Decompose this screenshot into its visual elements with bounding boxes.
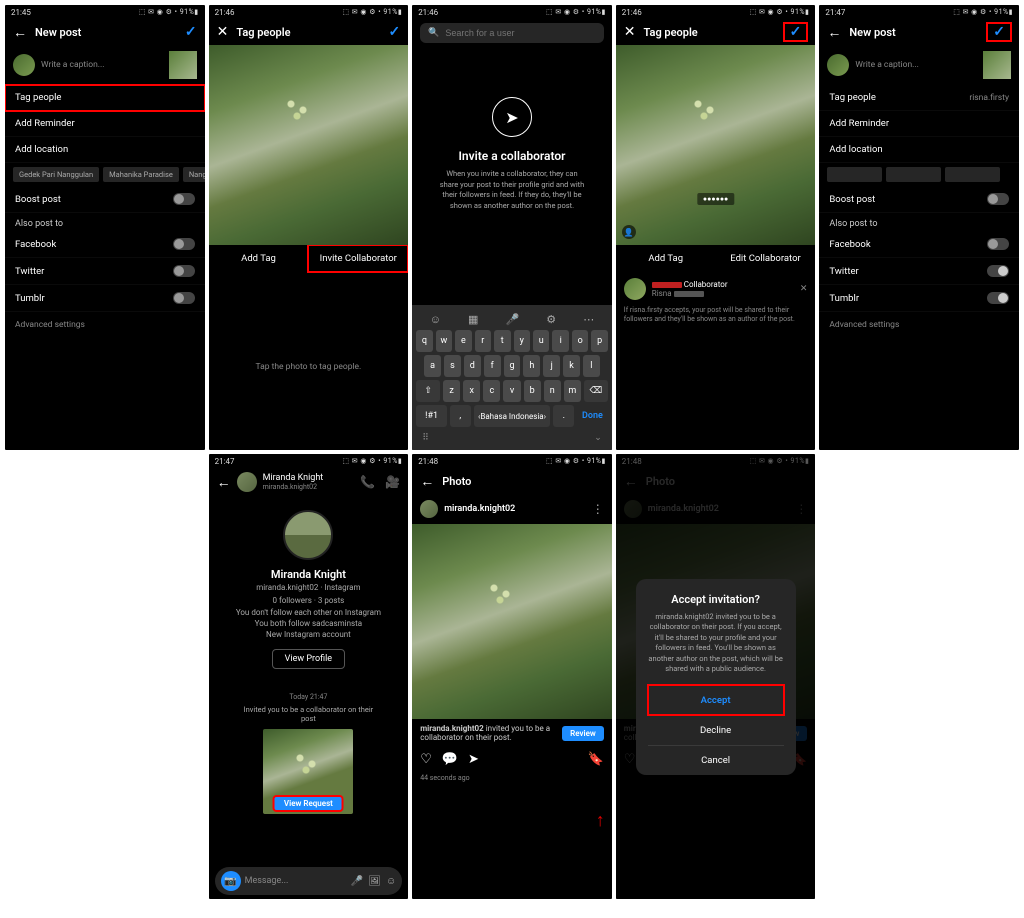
submit-check[interactable]: ✓ xyxy=(185,24,197,40)
post-avatar[interactable] xyxy=(420,500,438,518)
boost-toggle xyxy=(173,193,195,205)
fb-toggle xyxy=(173,238,195,250)
twitter-row[interactable]: Twitter xyxy=(5,258,205,285)
tb-toggle xyxy=(987,292,1009,304)
advanced-settings[interactable]: Advanced settings xyxy=(819,312,1019,338)
screen-tag-people-1: 21:46⬚ ✉ ◉ ⚙ • 91%▮ ✕ Tag people ✓ Add T… xyxy=(209,5,409,450)
keyboard-done: Done xyxy=(577,405,608,427)
collaborator-note: If risna.firsty accepts, your post will … xyxy=(616,306,816,324)
screen-new-post-1: 21:45⬚ ✉ ◉ ⚙ • 91%▮ ← New post ✓ Write a… xyxy=(5,5,205,450)
profile-avatar[interactable] xyxy=(283,510,333,560)
screen-accept-modal: 21:48⬚ ✉ ◉ ⚙ • 91%▮ ← Photo miranda.knig… xyxy=(616,454,816,899)
caption-input[interactable]: Write a caption... xyxy=(855,60,977,70)
location-chip[interactable]: Gedek Pari Nanggulan xyxy=(13,167,99,182)
tw-toggle xyxy=(173,265,195,277)
screen-search-collaborator: 21:46⬚ ✉ ◉ ⚙ • 91%▮ 🔍 ➤ Invite a collabo… xyxy=(412,5,612,450)
post-thumbnail[interactable] xyxy=(983,51,1011,79)
call-icon[interactable]: 📞 xyxy=(360,475,375,489)
tag-people-row[interactable]: Tag peoplerisna.firsty xyxy=(819,85,1019,111)
close-icon[interactable]: ✕ xyxy=(217,24,229,40)
accept-button[interactable]: Accept xyxy=(648,685,784,715)
request-thumbnail[interactable]: View Request xyxy=(263,729,353,814)
photo-preview[interactable]: ●●●●●● 👤 xyxy=(616,45,816,245)
collaborator-avatar xyxy=(624,278,646,300)
close-icon[interactable]: ✕ xyxy=(624,24,636,40)
screen-review-photo: 21:48⬚ ✉ ◉ ⚙ • 91%▮ ← Photo miranda.knig… xyxy=(412,454,612,899)
submit-check[interactable]: ✓ xyxy=(784,23,808,41)
avatar xyxy=(827,54,849,76)
add-tag-button[interactable]: Add Tag xyxy=(209,245,309,272)
facebook-row[interactable]: Facebook xyxy=(5,231,205,258)
sticker-icon[interactable]: ☺ xyxy=(386,876,396,887)
tb-toggle xyxy=(173,292,195,304)
add-reminder-row[interactable]: Add Reminder xyxy=(5,111,205,137)
image-icon[interactable]: 🖼 xyxy=(368,876,381,887)
camera-icon[interactable]: 📷 xyxy=(221,871,241,891)
submit-check[interactable]: ✓ xyxy=(388,24,400,40)
add-location-row[interactable]: Add location xyxy=(5,137,205,163)
review-button[interactable]: Review xyxy=(562,726,604,741)
edit-collaborator-button[interactable]: Edit Collaborator xyxy=(716,245,816,272)
tumblr-row[interactable]: Tumblr xyxy=(5,285,205,312)
view-profile-button[interactable]: View Profile xyxy=(272,649,345,669)
submit-check[interactable]: ✓ xyxy=(987,23,1011,41)
like-icon[interactable]: ♡ xyxy=(420,752,432,767)
search-icon: 🔍 xyxy=(428,28,439,38)
back-icon[interactable]: ← xyxy=(827,24,841,41)
person-icon: 👤 xyxy=(622,225,636,239)
back-icon[interactable]: ← xyxy=(420,473,434,490)
back-icon[interactable]: ← xyxy=(13,24,27,41)
photo-tag[interactable]: ●●●●●● xyxy=(697,193,734,205)
message-bar: 📷 Message... 🎤 🖼 ☺ xyxy=(215,867,403,895)
search-input[interactable] xyxy=(445,28,595,38)
accept-invitation-modal: Accept invitation? miranda.knight02 invi… xyxy=(636,579,796,775)
share-icon: ➤ xyxy=(492,97,532,137)
also-post-label: Also post to xyxy=(5,213,205,231)
page-title: New post xyxy=(35,26,177,39)
more-icon[interactable]: ⋮ xyxy=(592,502,604,516)
bookmark-icon[interactable]: 🔖 xyxy=(588,752,604,767)
post-photo[interactable] xyxy=(412,524,612,719)
message-input[interactable]: Message... xyxy=(245,876,347,886)
boost-post-row[interactable]: Boost post xyxy=(5,186,205,213)
search-bar[interactable]: 🔍 xyxy=(420,23,604,43)
screen-tag-people-2: 21:46⬚ ✉ ◉ ⚙ • 91%▮ ✕ Tag people ✓ ●●●●●… xyxy=(616,5,816,450)
location-chip[interactable]: Nanggulan, Jawa Teng xyxy=(183,167,205,182)
tap-hint: Tap the photo to tag people. xyxy=(209,362,409,372)
mic-icon[interactable]: 🎤 xyxy=(351,876,363,887)
caption-input[interactable]: Write a caption... xyxy=(41,60,163,70)
comment-icon[interactable]: 💬 xyxy=(442,752,458,767)
invite-collaborator-button[interactable]: Invite Collaborator xyxy=(308,245,408,272)
tag-people-row[interactable]: Tag people xyxy=(5,85,205,111)
dm-avatar[interactable] xyxy=(237,472,257,492)
tw-toggle xyxy=(987,265,1009,277)
add-reminder-row[interactable]: Add Reminder xyxy=(819,111,1019,137)
tumblr-row[interactable]: Tumblr xyxy=(819,285,1019,312)
screen-new-post-2: 21:47⬚ ✉ ◉ ⚙ • 91%▮ ← New post ✓ Write a… xyxy=(819,5,1019,450)
decline-button[interactable]: Decline xyxy=(648,715,784,745)
back-icon[interactable]: ← xyxy=(217,474,231,491)
screen-dm-profile: 21:47⬚ ✉ ◉ ⚙ • 91%▮ ← Miranda Knight mir… xyxy=(209,454,409,899)
advanced-settings[interactable]: Advanced settings xyxy=(5,312,205,338)
twitter-row[interactable]: Twitter xyxy=(819,258,1019,285)
keyboard[interactable]: ☺▦🎤⚙⋯ qwertyuiop asdfghjkl ⇧ zxcvbnm ⌫ !… xyxy=(412,305,612,450)
remove-icon[interactable]: ✕ xyxy=(800,284,808,294)
annotation-arrow: ↑ xyxy=(596,810,605,831)
video-icon[interactable]: 🎥 xyxy=(385,475,400,489)
fb-toggle xyxy=(987,238,1009,250)
post-thumbnail[interactable] xyxy=(169,51,197,79)
boost-toggle xyxy=(987,193,1009,205)
add-tag-button[interactable]: Add Tag xyxy=(616,245,716,272)
avatar xyxy=(13,54,35,76)
cancel-button[interactable]: Cancel xyxy=(648,745,784,775)
collaborator-row[interactable]: Collaborator Risna ✕ xyxy=(616,272,816,306)
share-icon[interactable]: ➤ xyxy=(468,752,479,767)
boost-post-row[interactable]: Boost post xyxy=(819,186,1019,213)
facebook-row[interactable]: Facebook xyxy=(819,231,1019,258)
view-request-button[interactable]: View Request xyxy=(274,796,343,811)
location-chip[interactable]: Mahanika Paradise xyxy=(103,167,179,182)
photo-preview[interactable] xyxy=(209,45,409,245)
add-location-row[interactable]: Add location xyxy=(819,137,1019,163)
